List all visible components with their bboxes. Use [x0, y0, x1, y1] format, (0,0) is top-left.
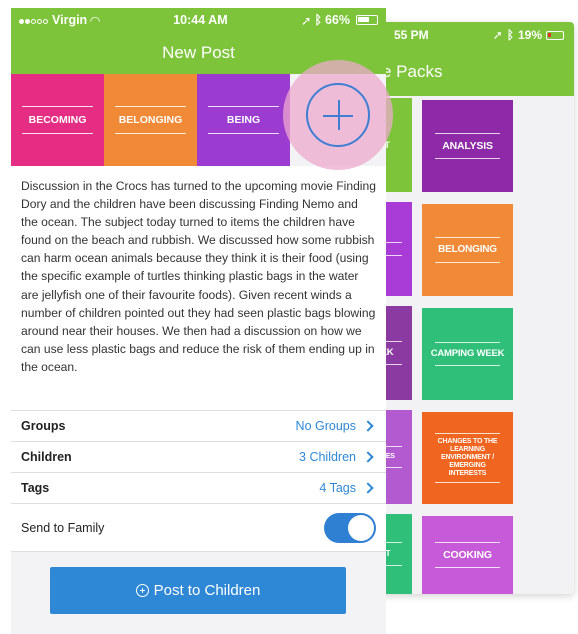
bluetooth-icon: ᛒ: [506, 28, 514, 42]
tags-row[interactable]: Tags 4 Tags: [11, 473, 386, 504]
pack-tile-camping-week[interactable]: CAMPING WEEK: [422, 308, 513, 400]
practice-packs-screen: 55 PM ➚ ᛒ 19% e Packs T ANALYSIS BELONGI…: [362, 22, 574, 594]
groups-value: No Groups: [295, 419, 356, 433]
pack-tile-belonging[interactable]: BELONGING: [422, 204, 513, 296]
carrier-name: Virgin: [52, 13, 88, 27]
battery-percent: 66%: [324, 13, 350, 27]
category-belonging[interactable]: BELONGING: [104, 74, 197, 166]
tags-label: Tags: [21, 481, 50, 495]
chevron-right-icon: [362, 420, 374, 432]
battery-low-icon: [546, 30, 564, 40]
location-icon: ➚: [492, 28, 503, 42]
children-row[interactable]: Children 3 Children: [11, 442, 386, 473]
groups-label: Groups: [21, 419, 66, 433]
add-category-highlight: [283, 60, 393, 170]
post-options: Groups No Groups Children 3 Children Tag…: [11, 410, 386, 552]
children-label: Children: [21, 450, 72, 464]
add-category-icon[interactable]: [306, 83, 370, 147]
groups-row[interactable]: Groups No Groups: [11, 411, 386, 442]
front-status-bar: Virgin ◠ 10:44 AM ➚ ᛒ 66%: [11, 8, 386, 32]
plus-circle-icon: [135, 584, 149, 597]
tags-value: 4 Tags: [319, 481, 356, 495]
pack-tile-cooking[interactable]: COOKING: [422, 516, 513, 594]
back-status-time: 55 PM: [394, 28, 429, 42]
back-screen-title: e Packs: [362, 48, 574, 96]
signal-dots-icon: [19, 13, 49, 27]
send-to-family-label: Send to Family: [21, 520, 105, 535]
screenshot-stage: 55 PM ➚ ᛒ 19% e Packs T ANALYSIS BELONGI…: [0, 0, 578, 634]
wifi-icon: ◠: [90, 13, 100, 28]
back-status-bar: 55 PM ➚ ᛒ 19%: [362, 22, 574, 48]
post-description[interactable]: Discussion in the Crocs has turned to th…: [11, 166, 386, 410]
category-becoming[interactable]: BECOMING: [11, 74, 104, 166]
back-battery-percent: 19%: [517, 28, 542, 42]
chevron-right-icon: [362, 482, 374, 494]
post-button-label: Post to Children: [153, 582, 261, 599]
send-to-family-toggle[interactable]: [324, 512, 376, 543]
category-being[interactable]: BEING: [197, 74, 290, 166]
post-button-area: Post to Children: [11, 552, 386, 626]
chevron-right-icon: [362, 451, 374, 463]
location-icon: ➚: [300, 13, 312, 28]
bluetooth-icon: ᛒ: [314, 13, 322, 27]
post-to-children-button[interactable]: Post to Children: [50, 567, 346, 614]
pack-tile-analysis[interactable]: ANALYSIS: [422, 100, 513, 192]
battery-icon: [356, 15, 378, 25]
children-value: 3 Children: [299, 450, 356, 464]
send-to-family-row: Send to Family: [11, 504, 386, 552]
pack-tile-changes[interactable]: CHANGES TO THE LEARNING ENVIRONMENT / EM…: [422, 412, 513, 504]
status-time: 10:44 AM: [173, 13, 228, 27]
